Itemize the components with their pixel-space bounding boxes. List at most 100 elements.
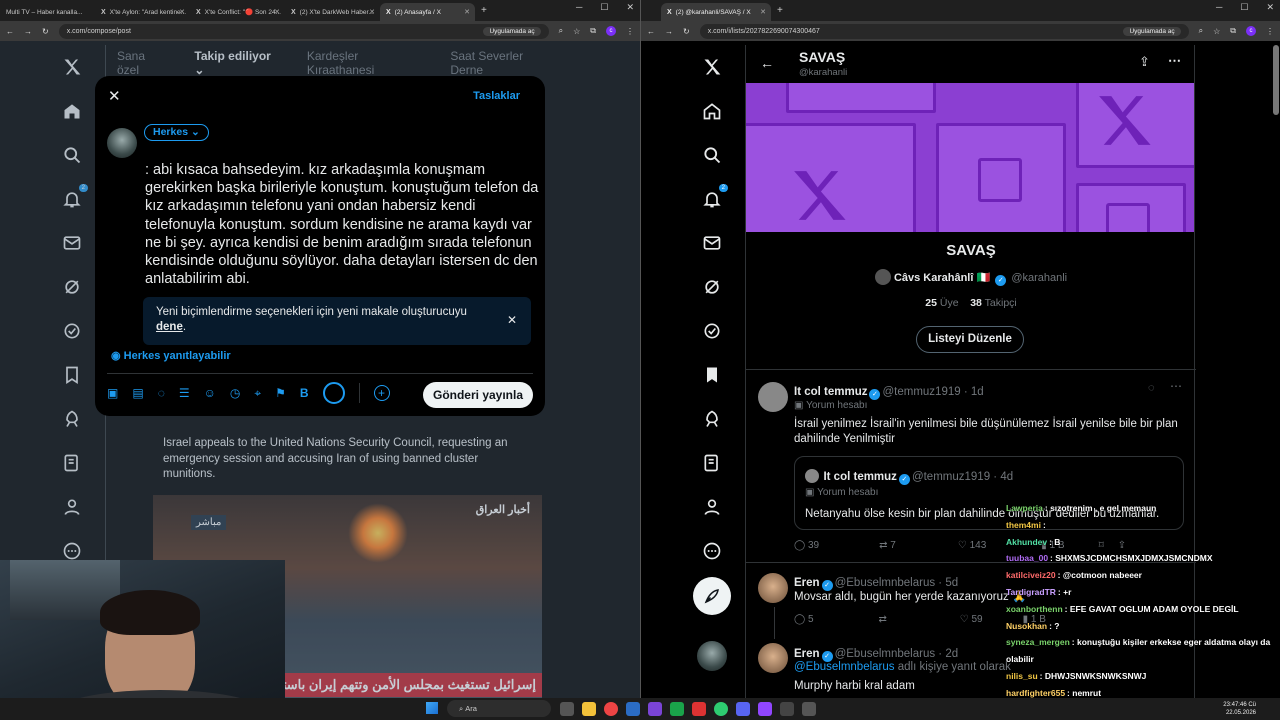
new-tab-icon[interactable]: +	[481, 5, 487, 16]
avatar[interactable]	[758, 382, 788, 412]
grok-icon[interactable]: ◌	[1148, 382, 1155, 394]
more-options-icon[interactable]: ⋯	[1168, 53, 1181, 69]
close-window-icon[interactable]: ✕	[1266, 2, 1274, 13]
minimize-icon[interactable]: ─	[1216, 2, 1222, 13]
menu-icon[interactable]: ⋮	[626, 27, 634, 36]
tweet-time[interactable]: 2d	[945, 648, 958, 660]
repost-icon[interactable]: ⇄	[879, 540, 887, 551]
menu-icon[interactable]: ⋮	[1266, 27, 1274, 36]
followers-stat[interactable]: 38 Takipçi	[970, 297, 1017, 309]
tab-anasayfa[interactable]: X (2) Anasayfa / X ✕	[380, 3, 475, 21]
close-icon[interactable]: ✕	[507, 313, 517, 328]
close-icon[interactable]: ✕	[369, 8, 375, 16]
avatar[interactable]	[107, 128, 137, 158]
star-icon[interactable]: ☆	[1213, 27, 1220, 36]
maximize-icon[interactable]: ☐	[600, 2, 608, 13]
reply-to-handle[interactable]: @Ebuselmnbelarus	[794, 661, 895, 673]
grok-icon[interactable]: ◌	[158, 386, 165, 400]
app-icon[interactable]	[670, 702, 684, 716]
zoom-icon[interactable]: ⌕	[559, 26, 563, 36]
like-icon[interactable]: ♡	[960, 614, 969, 625]
close-icon[interactable]: ✕	[464, 8, 470, 16]
forward-icon[interactable]: →	[24, 27, 32, 36]
image-icon[interactable]: ▣	[107, 386, 118, 400]
open-in-app-button[interactable]: Uygulamada aç	[1123, 26, 1181, 36]
twitch-icon[interactable]	[758, 702, 772, 716]
extensions-icon[interactable]: ⧉	[590, 26, 596, 36]
scrollbar[interactable]	[1273, 45, 1279, 115]
rocket-icon[interactable]	[702, 397, 722, 441]
app-icon[interactable]	[802, 702, 816, 716]
messages-icon[interactable]	[702, 221, 722, 265]
like-icon[interactable]: ♡	[958, 540, 967, 551]
reply-setting[interactable]: ◉ Herkes yanıtlayabilir	[111, 349, 231, 362]
grok-icon[interactable]	[702, 265, 722, 309]
profile-avatar[interactable]: c	[1246, 26, 1256, 36]
more-options-icon[interactable]: ⋯	[1170, 379, 1182, 393]
account-avatar[interactable]	[697, 641, 727, 671]
app-icon[interactable]	[692, 702, 706, 716]
author-handle[interactable]: @Ebuselmnbelarus	[835, 648, 936, 660]
reload-icon[interactable]: ↻	[42, 27, 49, 36]
reload-icon[interactable]: ↻	[683, 27, 690, 36]
premium-icon[interactable]	[702, 309, 722, 353]
close-window-icon[interactable]: ✕	[626, 2, 634, 13]
notifications-icon[interactable]: 2	[702, 177, 728, 221]
location-icon[interactable]: ⌖	[254, 386, 261, 401]
taskbar-search[interactable]: ⌕ Ara	[447, 700, 551, 717]
gif-icon[interactable]: ▤	[132, 386, 143, 400]
list-owner[interactable]: Câvs Karahânlî 🇮🇹 ✓ @karahanli	[746, 269, 1196, 286]
taskbar-clock[interactable]: 23:47:46 Cü 22.05.2026	[1223, 701, 1256, 717]
members-stat[interactable]: 25 Üye	[925, 297, 958, 309]
url-field[interactable]: x.com/i/lists/2027822690074300467 Uygula…	[699, 23, 1189, 39]
author-handle[interactable]: @Ebuselmnbelarus	[835, 577, 936, 589]
author-name[interactable]: Eren	[794, 648, 820, 660]
schedule-icon[interactable]: ◷	[230, 386, 240, 400]
reply-icon[interactable]: ◯	[794, 614, 805, 625]
audience-selector[interactable]: Herkes ⌄	[144, 124, 209, 141]
tweet-time[interactable]: 5d	[945, 577, 958, 589]
forward-icon[interactable]: →	[665, 27, 673, 36]
chrome-icon[interactable]	[604, 702, 618, 716]
home-icon[interactable]	[702, 89, 722, 133]
add-post-icon[interactable]: +	[373, 385, 390, 401]
compose-post-button[interactable]	[693, 577, 731, 615]
profile-icon[interactable]	[702, 485, 722, 529]
zoom-icon[interactable]: ⌕	[1199, 26, 1203, 36]
share-icon[interactable]: ⇪	[1139, 54, 1150, 70]
repost-icon[interactable]: ⇄	[879, 614, 887, 625]
flag-icon[interactable]: ⚑	[275, 386, 286, 400]
back-icon[interactable]: ←	[647, 27, 655, 36]
post-text-editor[interactable]: : abi kısaca bahsedeyim. kız arkadaşımla…	[145, 161, 540, 288]
drafts-button[interactable]: Taslaklar	[473, 90, 520, 102]
star-icon[interactable]: ☆	[573, 27, 580, 36]
tab-darkweb[interactable]: X (2) X'te DarkWeb Haber... ✕	[285, 3, 380, 21]
bold-button[interactable]: B	[300, 386, 309, 400]
avatar[interactable]	[758, 643, 788, 673]
extensions-icon[interactable]: ⧉	[1230, 26, 1236, 36]
discord-icon[interactable]	[736, 702, 750, 716]
minimize-icon[interactable]: ─	[576, 2, 582, 13]
tab-conflict[interactable]: X X'te Conflict: "🔴 Son 24... ✕	[190, 3, 285, 21]
articles-icon[interactable]	[702, 441, 722, 485]
post-button[interactable]: Gönderi yayınla	[423, 382, 533, 408]
tab-aylon[interactable]: X X'te Aylon: "Arad kentine... ✕	[95, 3, 190, 21]
tab-list[interactable]: X (2) @karahanli/SAVAŞ / X ✕	[661, 3, 771, 21]
app-icon[interactable]	[780, 702, 794, 716]
close-icon[interactable]: ✕	[274, 8, 280, 16]
author-name[interactable]: It col temmuz	[794, 386, 867, 398]
search-icon[interactable]	[702, 133, 722, 177]
url-field[interactable]: x.com/compose/post Uygulamada aç	[58, 23, 549, 39]
tab-multitv[interactable]: Multi TV – Haber kanalla...	[0, 3, 95, 21]
avatar[interactable]	[758, 573, 788, 603]
open-in-app-button[interactable]: Uygulamada aç	[483, 26, 541, 36]
bookmarks-icon[interactable]	[702, 353, 722, 397]
new-tab-icon[interactable]: +	[777, 5, 783, 16]
tweet-time[interactable]: 1d	[971, 386, 984, 398]
edit-list-button[interactable]: Listeyi Düzenle	[916, 326, 1024, 353]
task-view-icon[interactable]	[560, 702, 574, 716]
profile-avatar[interactable]: c	[606, 26, 616, 36]
start-icon[interactable]	[426, 702, 438, 714]
poll-icon[interactable]: ☰	[179, 386, 190, 400]
emoji-icon[interactable]: ☺	[204, 386, 216, 400]
